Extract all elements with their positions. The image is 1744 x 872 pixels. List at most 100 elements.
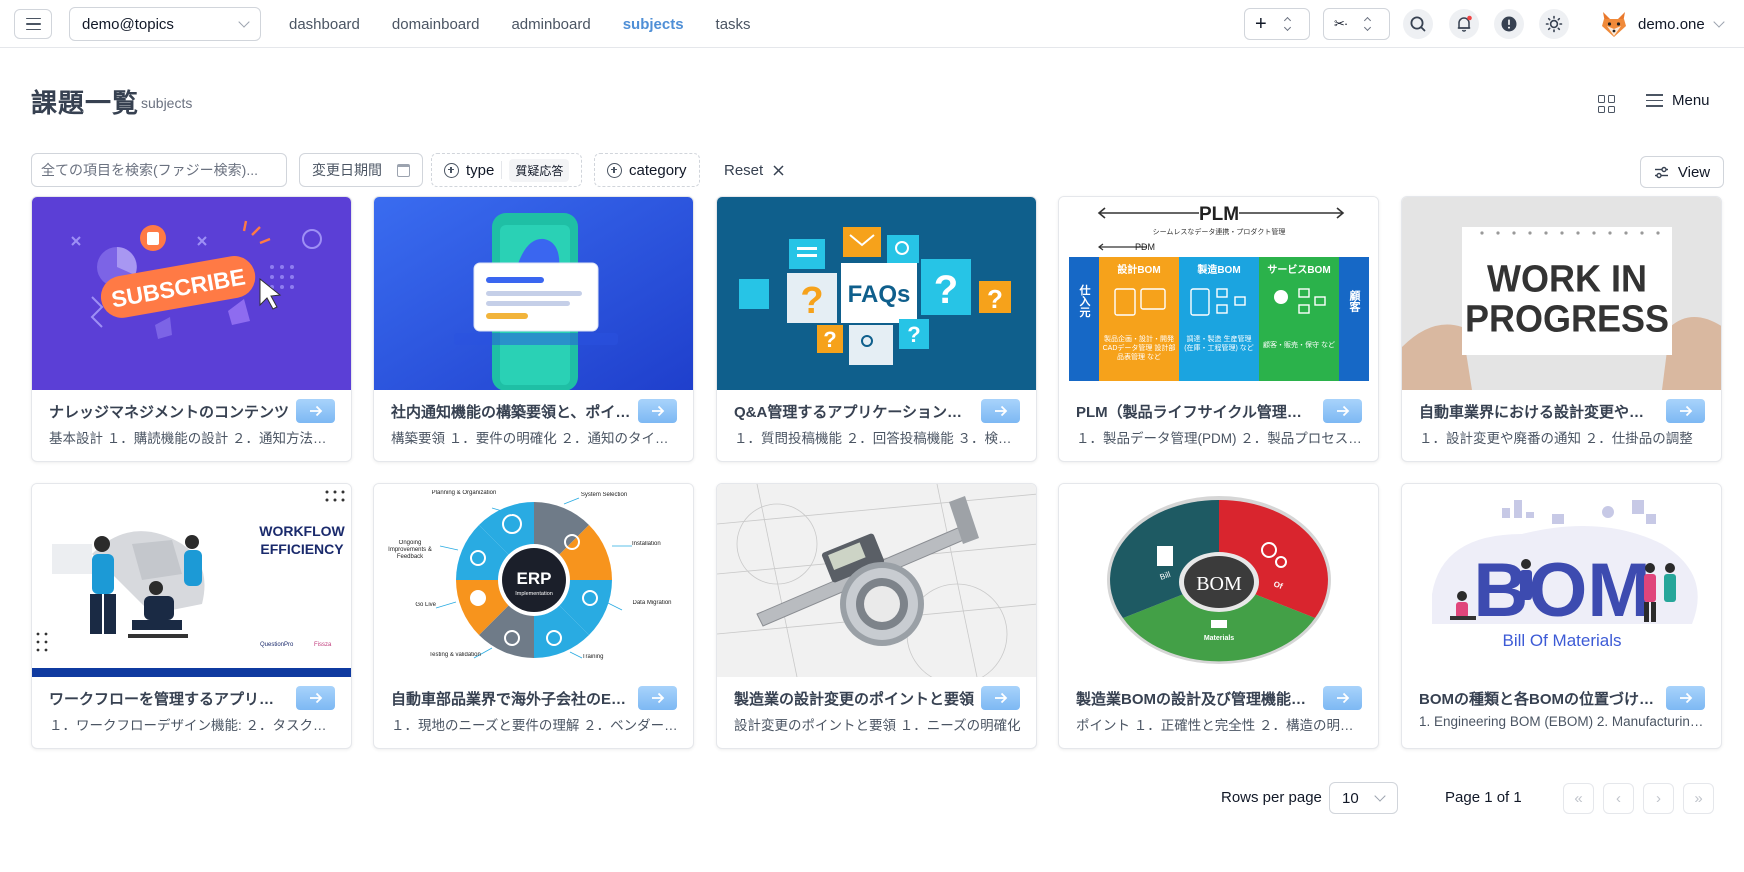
card-description: １．質問投稿機能 ２．回答投稿機能 ３．検索機能 xyxy=(734,431,1024,446)
card-title: BOMの種類と各BOMの位置づけについて xyxy=(1419,691,1659,708)
open-card-button[interactable] xyxy=(296,686,335,710)
card-thumbnail: ? FAQs ? ? ? ? xyxy=(717,197,1036,390)
page-menu-button[interactable]: Menu xyxy=(1646,92,1710,109)
svg-text:?: ? xyxy=(823,327,836,352)
grid-view-icon[interactable] xyxy=(1598,95,1616,113)
search-icon xyxy=(1410,16,1426,32)
open-card-button[interactable] xyxy=(981,399,1020,423)
svg-text:QuestionPro: QuestionPro xyxy=(260,642,294,648)
nav-dashboard[interactable]: dashboard xyxy=(289,16,360,33)
card-thumbnail xyxy=(717,484,1036,677)
card-description: １．設計変更や廃番の通知 ２．仕掛品の調整 xyxy=(1419,431,1693,446)
arrow-right-icon xyxy=(309,405,322,417)
open-card-button[interactable] xyxy=(296,399,335,423)
main-nav: dashboard domainboard adminboard subject… xyxy=(289,0,751,48)
view-options-button[interactable]: View xyxy=(1640,156,1724,188)
subject-card[interactable]: ? FAQs ? ? ? ? Q&A管理するアプリケーションの機能 １．質問投稿… xyxy=(716,196,1037,462)
svg-text:PROGRESS: PROGRESS xyxy=(1465,298,1669,340)
first-page-button[interactable]: « xyxy=(1563,783,1594,814)
open-card-button[interactable] xyxy=(638,686,677,710)
subject-card[interactable]: WORKFLOW EFFICIENCY QuestionPro Fissza ワ… xyxy=(31,483,352,749)
svg-text:シームレスなデータ連携・プロダクト管理: シームレスなデータ連携・プロダクト管理 xyxy=(1153,227,1286,236)
date-range-label: 変更日期間 xyxy=(312,162,382,178)
svg-text:顧客: 顧客 xyxy=(1348,289,1362,313)
subject-card[interactable]: SUBSCRIBE ナレッジマネジメントのコンテンツ 基本設計 １．購読機能の設… xyxy=(31,196,352,462)
card-description: ポイント １．正確性と完全性 ２．構造の明確化 xyxy=(1076,718,1366,733)
nav-adminboard[interactable]: adminboard xyxy=(511,16,590,33)
svg-text:BOM: BOM xyxy=(1196,573,1242,595)
hamburger-menu-icon[interactable] xyxy=(14,9,52,39)
alerts-button[interactable] xyxy=(1494,9,1524,39)
arrow-right-icon xyxy=(651,692,664,704)
svg-text:Fissza: Fissza xyxy=(314,642,332,648)
sliders-icon xyxy=(1654,166,1668,178)
open-card-button[interactable] xyxy=(1323,686,1362,710)
fuzzy-search-input[interactable] xyxy=(31,153,287,187)
organization-select[interactable]: demo@topics xyxy=(69,7,261,41)
reset-filters-button[interactable]: Reset xyxy=(724,153,784,187)
open-card-button[interactable] xyxy=(1666,686,1705,710)
page-title: 課題一覧 xyxy=(31,88,140,118)
open-card-button[interactable] xyxy=(1323,399,1362,423)
nav-tasks[interactable]: tasks xyxy=(716,16,751,33)
nav-subjects[interactable]: subjects xyxy=(623,16,684,33)
card-description: １．製品データ管理(PDM) ２．製品プロセス管理 xyxy=(1076,431,1366,446)
subject-card[interactable]: WORK IN PROGRESS 自動車業界における設計変更や廃番の通知 １．設… xyxy=(1401,196,1722,462)
previous-page-button[interactable]: ‹ xyxy=(1603,783,1634,814)
svg-text:FAQs: FAQs xyxy=(848,281,911,308)
menu-lines-icon xyxy=(1646,94,1663,107)
svg-text:PDM: PDM xyxy=(1135,242,1155,252)
search-button[interactable] xyxy=(1403,9,1433,39)
svg-text:?: ? xyxy=(987,284,1003,314)
nav-domainboard[interactable]: domainboard xyxy=(392,16,480,33)
type-filter-label: type xyxy=(466,161,495,179)
chevron-down-icon xyxy=(1713,16,1725,28)
svg-text:仕入元: 仕入元 xyxy=(1078,283,1092,318)
card-title: 製造業BOMの設計及び管理機能の要件 xyxy=(1076,691,1316,708)
theme-toggle-button[interactable] xyxy=(1539,9,1569,39)
card-thumbnail: WORKFLOW EFFICIENCY QuestionPro Fissza xyxy=(32,484,351,677)
chevrons-left-icon: « xyxy=(1574,790,1583,807)
open-card-button[interactable] xyxy=(1666,399,1705,423)
scissors-icon: ✂· xyxy=(1334,16,1348,31)
open-card-button[interactable] xyxy=(981,686,1020,710)
card-title: ワークフローを管理するアプリケーション xyxy=(49,691,289,708)
category-filter-label: category xyxy=(629,161,687,179)
quick-add-button[interactable]: + xyxy=(1244,8,1310,40)
card-description: 構築要領 １．要件の明確化 ２．通知のタイミング xyxy=(391,431,681,446)
svg-text:ERP: ERP xyxy=(517,569,552,588)
next-page-button[interactable]: › xyxy=(1643,783,1674,814)
svg-text:?: ? xyxy=(907,322,920,347)
card-thumbnail: ERP Implementation Planning & Organizati… xyxy=(374,484,693,677)
plm-diagram-illustration: PLM シームレスなデータ連携・プロダクト管理 PDM 仕入元 顧客 設計BOM… xyxy=(1059,197,1378,390)
chevron-down-icon xyxy=(1374,790,1386,802)
svg-text:?: ? xyxy=(800,280,823,322)
card-title: 製造業の設計変更のポイントと要領 xyxy=(734,691,974,708)
subject-card[interactable]: ERP Implementation Planning & Organizati… xyxy=(373,483,694,749)
card-title: PLM（製品ライフサイクル管理）の機能 xyxy=(1076,404,1316,421)
user-menu[interactable]: demo.one xyxy=(1598,6,1725,42)
card-thumbnail: PLM シームレスなデータ連携・プロダクト管理 PDM 仕入元 顧客 設計BOM… xyxy=(1059,197,1378,390)
category-filter-chip[interactable]: category xyxy=(594,153,700,187)
type-filter-chip[interactable]: type 質疑応答 xyxy=(431,153,583,187)
date-range-filter[interactable]: 変更日期間 xyxy=(299,153,423,187)
chevrons-right-icon: » xyxy=(1694,790,1703,807)
subject-card[interactable]: 製造業の設計変更のポイントと要領 設計変更のポイントと要領 １．ニーズの明確化 xyxy=(716,483,1037,749)
subject-card[interactable]: BOM Bill Of Materials 製造業BOMの設計及び管理機能の要件… xyxy=(1058,483,1379,749)
rows-per-page-select[interactable]: 10 xyxy=(1329,782,1398,814)
chevron-down-icon xyxy=(238,16,250,28)
rows-per-page-value: 10 xyxy=(1342,789,1359,807)
subject-card[interactable]: BOM Bill Of Materials BOMの種類と各BOMの位置づけにつ… xyxy=(1401,483,1722,749)
user-name: demo.one xyxy=(1638,15,1705,33)
alert-circle-icon xyxy=(1501,16,1517,32)
notifications-button[interactable] xyxy=(1449,9,1479,39)
open-card-button[interactable] xyxy=(638,399,677,423)
subject-card[interactable]: PLM シームレスなデータ連携・プロダクト管理 PDM 仕入元 顧客 設計BOM… xyxy=(1058,196,1379,462)
last-page-button[interactable]: » xyxy=(1683,783,1714,814)
subject-card[interactable]: 社内通知機能の構築要領と、ポイント 構築要領 １．要件の明確化 ２．通知のタイミ… xyxy=(373,196,694,462)
arrow-right-icon xyxy=(1679,405,1692,417)
svg-text:WORKFLOW: WORKFLOW xyxy=(259,523,345,539)
arrow-right-icon xyxy=(994,692,1007,704)
shortcut-select-button[interactable]: ✂· xyxy=(1323,8,1390,40)
svg-text:PLM: PLM xyxy=(1199,204,1239,225)
